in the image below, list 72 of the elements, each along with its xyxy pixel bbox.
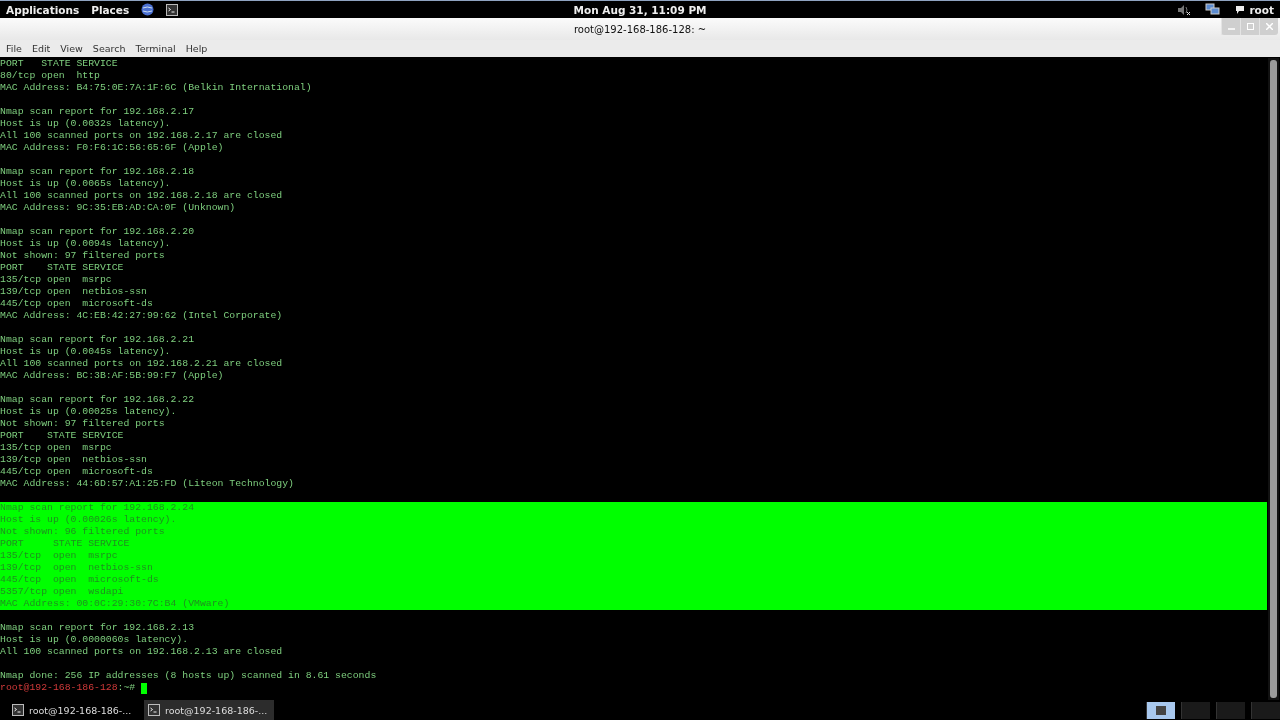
output-line: 139/tcp open netbios-ssn bbox=[0, 562, 154, 574]
output-line: Nmap scan report for 192.168.2.21 bbox=[0, 334, 195, 346]
prompt-path: :~# bbox=[117, 682, 136, 694]
output-line: Host is up (0.0032s latency). bbox=[0, 118, 172, 130]
terminal-icon[interactable] bbox=[166, 3, 179, 16]
output-line: PORT STATE SERVICE bbox=[0, 58, 119, 70]
menu-item[interactable]: Terminal bbox=[130, 43, 181, 54]
window-icon bbox=[1156, 705, 1166, 715]
output-line: Host is up (0.0045s latency). bbox=[0, 346, 172, 358]
output-line: PORT STATE SERVICE bbox=[0, 430, 125, 442]
output-line: Not shown: 96 filtered ports bbox=[0, 526, 166, 538]
output-line: 139/tcp open netbios-ssn bbox=[0, 286, 148, 298]
output-line: 445/tcp open microsoft-ds bbox=[0, 298, 154, 310]
network-icon[interactable] bbox=[1205, 3, 1222, 16]
muted-speaker-icon[interactable] bbox=[1177, 3, 1192, 16]
scrollbar[interactable] bbox=[1268, 58, 1279, 700]
menu-item[interactable]: View bbox=[55, 43, 88, 54]
output-line: Nmap scan report for 192.168.2.20 bbox=[0, 226, 195, 238]
workspace-button[interactable] bbox=[1146, 701, 1175, 719]
output-line: 135/tcp open msrpc bbox=[0, 274, 113, 286]
output-line: 80/tcp open http bbox=[0, 70, 101, 82]
output-line: Not shown: 97 filtered ports bbox=[0, 418, 166, 430]
output-line: MAC Address: B4:75:0E:7A:1F:6C (Belkin International) bbox=[0, 82, 313, 94]
output-line: Host is up (0.0094s latency). bbox=[0, 238, 172, 250]
output-line: 139/tcp open netbios-ssn bbox=[0, 454, 148, 466]
output-line: Nmap scan report for 192.168.2.17 bbox=[0, 106, 195, 118]
output-line: Host is up (0.0065s latency). bbox=[0, 178, 172, 190]
menu-item[interactable]: Edit bbox=[26, 43, 56, 54]
output-line: MAC Address: F0:F6:1C:56:65:6F (Apple) bbox=[0, 142, 225, 154]
output-line: MAC Address: BC:3B:AF:5B:99:F7 (Apple) bbox=[0, 370, 225, 382]
taskbar-button[interactable]: root@192-168-186-... bbox=[8, 700, 138, 720]
output-line: All 100 scanned ports on 192.168.2.21 are closed bbox=[0, 358, 284, 370]
terminal-icon bbox=[148, 704, 160, 716]
menu-item[interactable]: Search bbox=[87, 43, 131, 54]
output-line: Not shown: 97 filtered ports bbox=[0, 250, 166, 262]
globe-icon[interactable] bbox=[141, 3, 155, 16]
user-name[interactable]: root bbox=[1249, 3, 1274, 16]
output-line: MAC Address: 00:0C:29:30:7C:B4 (VMware) bbox=[0, 598, 231, 610]
terminal-icon bbox=[12, 704, 24, 716]
output-line: PORT STATE SERVICE bbox=[0, 262, 125, 274]
output-line: MAC Address: 9C:35:EB:AD:CA:0F (Unknown) bbox=[0, 202, 237, 214]
chat-bubble-icon[interactable] bbox=[1235, 4, 1246, 15]
window-title: root@192-168-186-128: ~ bbox=[573, 23, 707, 35]
panel-menu[interactable]: Places bbox=[91, 3, 130, 16]
output-line: MAC Address: 4C:EB:42:27:99:62 (Intel Corporate) bbox=[0, 310, 284, 322]
output-line: 445/tcp open microsoft-ds bbox=[0, 574, 160, 586]
output-line: MAC Address: 44:6D:57:A1:25:FD (Liteon Technology) bbox=[0, 478, 295, 490]
prompt-user-host: root@192-168-186-128 bbox=[0, 682, 118, 694]
output-line: 5357/tcp open wsdapi bbox=[0, 586, 125, 598]
output-line: Nmap scan report for 192.168.2.24 bbox=[0, 502, 195, 514]
output-line: PORT STATE SERVICE bbox=[0, 538, 131, 550]
menu-item[interactable]: Help bbox=[180, 43, 213, 54]
output-line: All 100 scanned ports on 192.168.2.13 are closed bbox=[0, 646, 284, 658]
clock[interactable]: Mon Aug 31, 11:09 PM bbox=[573, 3, 707, 16]
output-line: All 100 scanned ports on 192.168.2.18 are closed bbox=[0, 190, 284, 202]
output-line: 135/tcp open msrpc bbox=[0, 442, 113, 454]
output-line: All 100 scanned ports on 192.168.2.17 are closed bbox=[0, 130, 284, 142]
menu-item[interactable]: File bbox=[1, 43, 27, 54]
taskbar-button[interactable]: root@192-168-186-... bbox=[144, 700, 274, 720]
maximize-icon bbox=[1246, 23, 1254, 30]
output-line: Host is up (0.0000060s latency). bbox=[0, 634, 190, 646]
output-line: Nmap scan report for 192.168.2.13 bbox=[0, 622, 195, 634]
output-line: Host is up (0.00025s latency). bbox=[0, 406, 178, 418]
output-line: Nmap done: 256 IP addresses (8 hosts up) scanned in 8.61 seconds bbox=[0, 670, 378, 682]
text-cursor bbox=[141, 682, 148, 694]
output-line: 135/tcp open msrpc bbox=[0, 550, 119, 562]
panel-menu[interactable]: Applications bbox=[6, 3, 80, 16]
output-line: Nmap scan report for 192.168.2.22 bbox=[0, 394, 195, 406]
output-line: 445/tcp open microsoft-ds bbox=[0, 466, 154, 478]
close-icon bbox=[1265, 23, 1273, 30]
output-line: Host is up (0.00026s latency). bbox=[0, 514, 178, 526]
output-line: Nmap scan report for 192.168.2.18 bbox=[0, 166, 195, 178]
